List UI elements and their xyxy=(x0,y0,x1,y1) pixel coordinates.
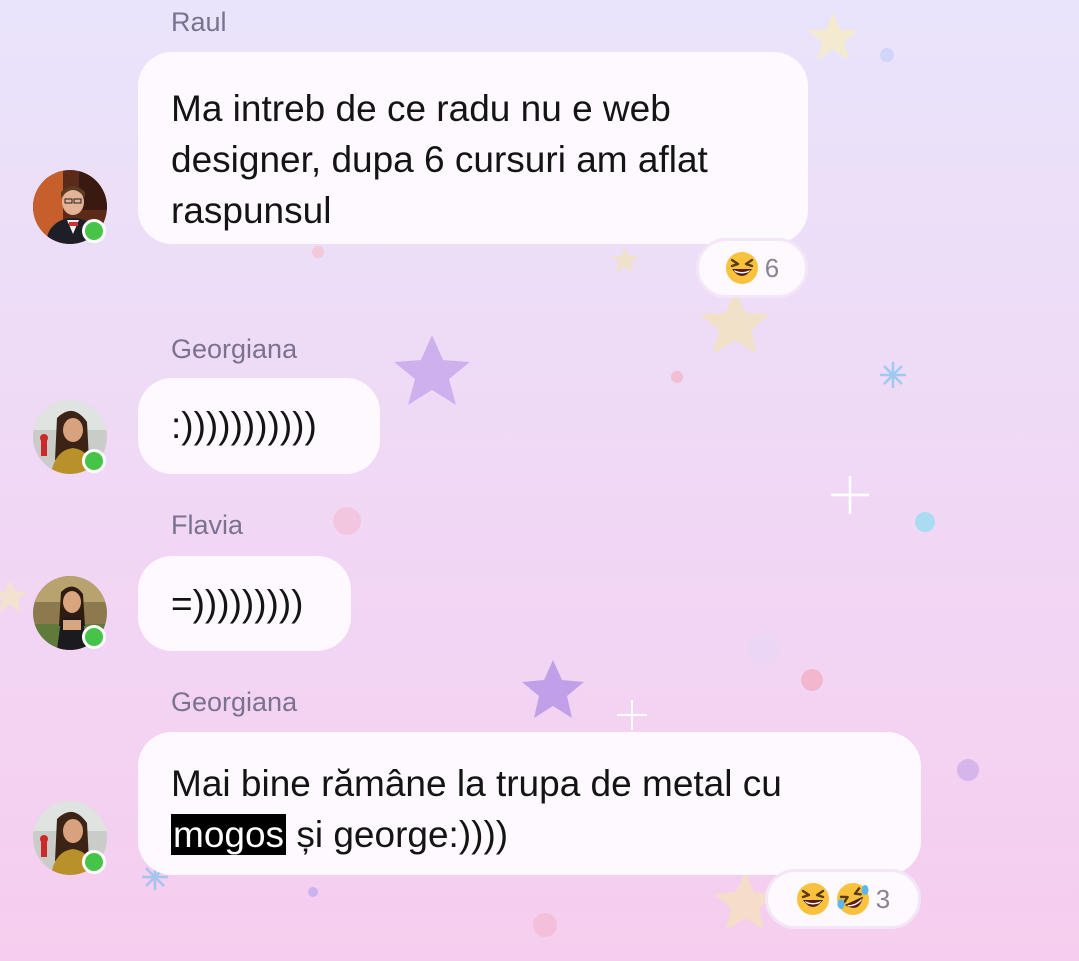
message-text-line: :))))))))))) xyxy=(171,405,317,446)
star-decoration-icon xyxy=(394,335,470,405)
sender-name: Georgiana xyxy=(171,334,298,364)
online-status-icon xyxy=(82,449,106,473)
star-decoration-icon xyxy=(0,580,27,612)
sender-name: Georgiana xyxy=(171,687,298,717)
message-text-line: raspunsul xyxy=(171,190,332,231)
reaction-pill[interactable]: 3 xyxy=(765,869,921,929)
online-status-icon xyxy=(82,219,106,243)
message-text-line: Ma intreb de ce radu nu e web xyxy=(171,88,671,129)
message-text-fragment: și george:)))) xyxy=(286,814,509,855)
online-status-icon xyxy=(82,850,106,874)
star-decoration-icon xyxy=(700,290,770,354)
star-decoration-icon xyxy=(522,660,584,718)
message-text-line: designer, dupa 6 cursuri am aflat xyxy=(171,139,708,180)
sender-name: Raul xyxy=(171,7,227,37)
message-text-line: Mai bine rămâne la trupa de metal cu xyxy=(171,763,782,804)
online-status-icon xyxy=(82,625,106,649)
avatar[interactable] xyxy=(33,170,107,244)
message-bubble[interactable]: :))))))))))) xyxy=(138,378,380,474)
reaction-count: 6 xyxy=(764,252,780,283)
message-text-line: mogos și george:)))) xyxy=(171,809,921,860)
grinning-squinting-face-icon xyxy=(796,883,829,915)
avatar[interactable] xyxy=(33,801,107,875)
reaction-pill[interactable]: 6 xyxy=(696,238,808,298)
reaction-count: 3 xyxy=(875,883,891,914)
star-decoration-icon xyxy=(808,12,858,60)
avatar[interactable] xyxy=(33,576,107,650)
message-bubble[interactable]: Ma intreb de ce radu nu e web designer, … xyxy=(138,52,808,244)
highlighted-word: mogos xyxy=(171,814,287,855)
avatar[interactable] xyxy=(33,400,107,474)
grinning-squinting-face-icon xyxy=(725,252,758,284)
rolling-on-floor-laughing-icon xyxy=(836,883,869,915)
sender-name: Flavia xyxy=(171,510,244,540)
star-decoration-icon xyxy=(611,247,639,273)
message-bubble[interactable]: =))))))))) xyxy=(138,556,351,651)
message-bubble[interactable]: Mai bine rămâne la trupa de metal cu mog… xyxy=(138,732,921,875)
message-text-line: =))))))))) xyxy=(171,583,304,624)
